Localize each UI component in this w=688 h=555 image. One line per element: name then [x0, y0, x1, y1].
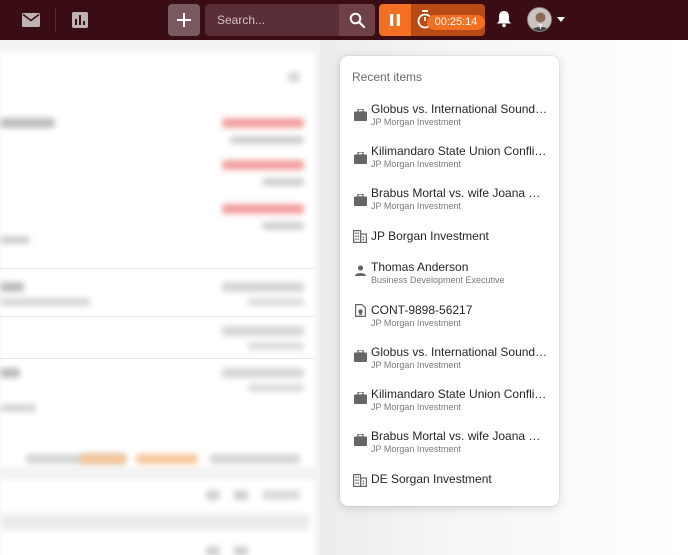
bg-blur — [0, 298, 90, 306]
bg-blur — [262, 490, 300, 500]
bg-blur — [248, 384, 304, 392]
recent-item-title: Brabus Mortal vs. wife Joana Mortal — [371, 429, 549, 443]
recent-items-title: Recent items — [352, 70, 423, 84]
recent-item-title: Brabus Mortal vs. wife Joana Mortal — [371, 186, 549, 200]
recent-item-title: Globus vs. International Sound Mach… — [371, 345, 549, 359]
briefcase-icon — [353, 108, 367, 122]
bell-icon[interactable] — [496, 10, 512, 33]
recent-item[interactable]: Kilimandaro State Union Conflict of I… J… — [340, 386, 559, 426]
person-icon — [353, 263, 367, 277]
plus-icon — [177, 13, 191, 27]
recent-item-title: Thomas Anderson — [371, 260, 469, 274]
bg-blur — [262, 222, 304, 230]
bg-blur — [234, 490, 248, 500]
bg-blur — [288, 72, 300, 82]
building-icon — [353, 229, 367, 243]
bg-divider — [0, 268, 315, 269]
bg-divider — [0, 316, 315, 317]
briefcase-icon — [353, 433, 367, 447]
recent-item-subtitle: JP Morgan Investment — [371, 318, 461, 328]
recent-item-title: CONT-9898-56217 — [371, 303, 473, 317]
bar-chart-icon[interactable] — [70, 10, 90, 30]
top-bar: 00:25:14 — [0, 0, 688, 40]
timer[interactable]: 00:25:14 — [411, 4, 485, 36]
briefcase-icon — [353, 349, 367, 363]
bg-blur — [206, 490, 220, 500]
bg-blur — [222, 204, 304, 214]
recent-item-subtitle: JP Morgan Investment — [371, 159, 461, 169]
toolbar-divider — [55, 8, 56, 32]
bg-blur — [0, 514, 310, 530]
recent-item-subtitle: JP Morgan Investment — [371, 117, 461, 127]
background-panel — [0, 52, 315, 467]
bg-blur — [248, 342, 304, 350]
briefcase-icon — [353, 151, 367, 165]
bg-blur — [136, 454, 198, 464]
recent-item-title: DE Sorgan Investment — [371, 472, 492, 486]
recent-item-title: Globus vs. International Sound Mach… — [371, 102, 549, 116]
recent-item-subtitle: Business Development Executive — [371, 275, 505, 285]
bg-blur — [0, 404, 36, 412]
bg-blur — [206, 546, 220, 555]
recent-items-dropdown: Recent items Globus vs. International So… — [340, 56, 559, 506]
bg-blur — [0, 236, 30, 244]
bg-blur — [0, 282, 24, 292]
avatar[interactable] — [527, 7, 552, 32]
bg-blur — [222, 368, 304, 378]
timer-value: 00:25:14 — [427, 15, 485, 30]
briefcase-icon — [353, 193, 367, 207]
bg-blur — [222, 160, 304, 170]
recent-item[interactable]: Globus vs. International Sound Mach… JP … — [340, 344, 559, 384]
recent-item[interactable]: Kilimandaro State Union Conflict of I… J… — [340, 141, 559, 181]
recent-item[interactable]: Brabus Mortal vs. wife Joana Mortal JP M… — [340, 183, 559, 223]
bg-blur — [230, 136, 304, 144]
search-bar — [205, 4, 375, 36]
recent-item-title: Kilimandaro State Union Conflict of I… — [371, 144, 549, 158]
bg-blur — [222, 118, 304, 128]
bg-blur — [222, 326, 304, 336]
recent-item-subtitle: JP Morgan Investment — [371, 201, 461, 211]
recent-item[interactable]: DE Sorgan Investment — [340, 470, 559, 510]
recent-item-title: Kilimandaro State Union Conflict of I… — [371, 387, 549, 401]
search-input[interactable] — [205, 4, 339, 36]
recent-item[interactable]: Thomas Anderson Business Development Exe… — [340, 258, 559, 298]
recent-item[interactable]: Brabus Mortal vs. wife Joana Mortal JP M… — [340, 428, 559, 468]
recent-item-title: JP Borgan Investment — [371, 229, 489, 243]
add-button[interactable] — [168, 4, 200, 36]
briefcase-icon — [353, 391, 367, 405]
bg-blur — [234, 546, 248, 555]
recent-item-subtitle: JP Morgan Investment — [371, 360, 461, 370]
recent-item-subtitle: JP Morgan Investment — [371, 402, 461, 412]
recent-item[interactable]: Globus vs. International Sound Mach… JP … — [340, 98, 559, 138]
bg-blur — [210, 454, 300, 464]
recent-item-subtitle: JP Morgan Investment — [371, 444, 461, 454]
search-button[interactable] — [339, 4, 375, 36]
pause-timer-button[interactable] — [379, 4, 411, 36]
search-icon — [349, 12, 365, 28]
contract-icon — [353, 303, 367, 317]
recent-item[interactable]: CONT-9898-56217 JP Morgan Investment — [340, 301, 559, 341]
chevron-down-icon[interactable] — [557, 17, 565, 22]
bg-divider — [0, 358, 315, 359]
bg-blur — [222, 282, 304, 292]
building-icon — [353, 473, 367, 487]
bg-blur — [262, 178, 304, 186]
mail-icon[interactable] — [21, 10, 41, 30]
pause-icon — [390, 14, 400, 26]
bg-blur — [0, 368, 20, 378]
bg-blur — [248, 298, 304, 306]
bg-blur — [80, 454, 126, 464]
bg-blur — [0, 118, 55, 128]
